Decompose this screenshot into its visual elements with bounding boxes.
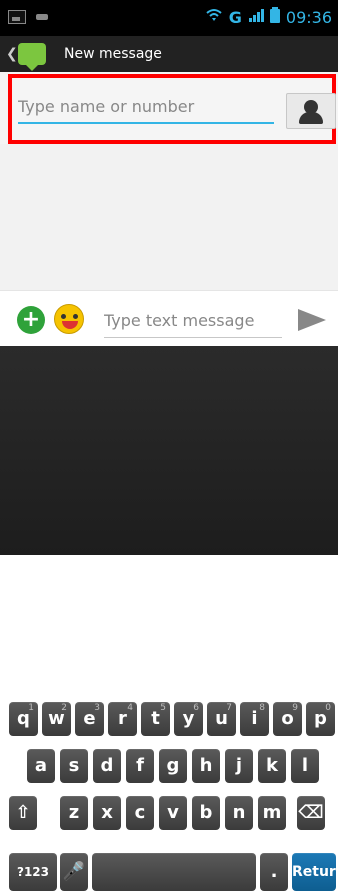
message-input[interactable]: [104, 303, 282, 338]
clock: 09:36: [285, 7, 332, 27]
messaging-app-icon[interactable]: [18, 43, 46, 71]
plus-icon[interactable]: +: [17, 306, 45, 334]
recipient-input[interactable]: [18, 90, 274, 124]
key-alt: 8: [259, 703, 265, 713]
key-alt: 3: [94, 703, 100, 713]
action-bar: ❮ New message: [0, 36, 338, 72]
key-label: i: [251, 708, 258, 729]
key-g[interactable]: g: [159, 749, 187, 783]
key-q[interactable]: q1: [9, 702, 38, 736]
network-type: G: [228, 7, 242, 27]
key-p[interactable]: p0: [306, 702, 335, 736]
key-d[interactable]: d: [93, 749, 121, 783]
keyboard: q1 w2 e3 r4 t5 y6 u7 i8 o9 p0 a s d f g …: [0, 346, 338, 891]
key-alt: 2: [61, 703, 67, 713]
status-bar: G 09:36: [0, 0, 338, 36]
space-key[interactable]: [92, 853, 256, 891]
key-u[interactable]: u7: [207, 702, 236, 736]
key-h[interactable]: h: [192, 749, 220, 783]
key-alt: 4: [127, 703, 133, 713]
smiley-icon[interactable]: [54, 304, 84, 334]
notification-icon: [36, 14, 48, 20]
backspace-key[interactable]: ⌫: [297, 796, 325, 830]
backspace-icon: ⌫: [298, 802, 324, 823]
key-alt: 9: [292, 703, 298, 713]
key-label: r: [118, 708, 127, 729]
period-key[interactable]: .: [260, 853, 288, 891]
key-e[interactable]: e3: [75, 702, 104, 736]
key-alt: 1: [28, 703, 34, 713]
key-m[interactable]: m: [258, 796, 286, 830]
numbers-key[interactable]: ?123: [9, 853, 57, 891]
send-icon[interactable]: [298, 309, 326, 331]
key-x[interactable]: x: [93, 796, 121, 830]
key-k[interactable]: k: [258, 749, 286, 783]
key-alt: 7: [226, 703, 232, 713]
key-label: t: [151, 708, 160, 729]
conversation-area: [0, 144, 338, 290]
key-z[interactable]: z: [60, 796, 88, 830]
key-c[interactable]: c: [126, 796, 154, 830]
key-l[interactable]: l: [291, 749, 319, 783]
signal-icon: [248, 7, 264, 27]
key-b[interactable]: b: [192, 796, 220, 830]
key-j[interactable]: j: [225, 749, 253, 783]
key-alt: 5: [160, 703, 166, 713]
status-left: [8, 10, 48, 24]
person-icon-body: [299, 112, 323, 124]
shift-icon: ⇧: [15, 802, 31, 823]
battery-icon: [269, 7, 280, 27]
key-v[interactable]: v: [159, 796, 187, 830]
return-key[interactable]: Return: [292, 853, 338, 891]
key-n[interactable]: n: [225, 796, 253, 830]
wifi-icon: [205, 7, 223, 27]
key-t[interactable]: t5: [141, 702, 170, 736]
shift-key[interactable]: ⇧: [9, 796, 37, 830]
key-a[interactable]: a: [27, 749, 55, 783]
key-alt: 0: [325, 703, 331, 713]
picture-icon: [8, 10, 26, 24]
key-f[interactable]: f: [126, 749, 154, 783]
back-icon[interactable]: ❮: [6, 46, 18, 62]
key-o[interactable]: o9: [273, 702, 302, 736]
key-r[interactable]: r4: [108, 702, 137, 736]
key-y[interactable]: y6: [174, 702, 203, 736]
key-w[interactable]: w2: [42, 702, 71, 736]
status-right: G 09:36: [205, 7, 332, 27]
phone-screen: G 09:36 ❮ New message Type name or numbe…: [0, 0, 338, 891]
pick-contact-button[interactable]: [286, 93, 336, 129]
key-alt: 6: [193, 703, 199, 713]
key-s[interactable]: s: [60, 749, 88, 783]
screen-title: New message: [64, 46, 162, 62]
key-i[interactable]: i8: [240, 702, 269, 736]
mic-icon[interactable]: 🎤: [60, 853, 88, 891]
